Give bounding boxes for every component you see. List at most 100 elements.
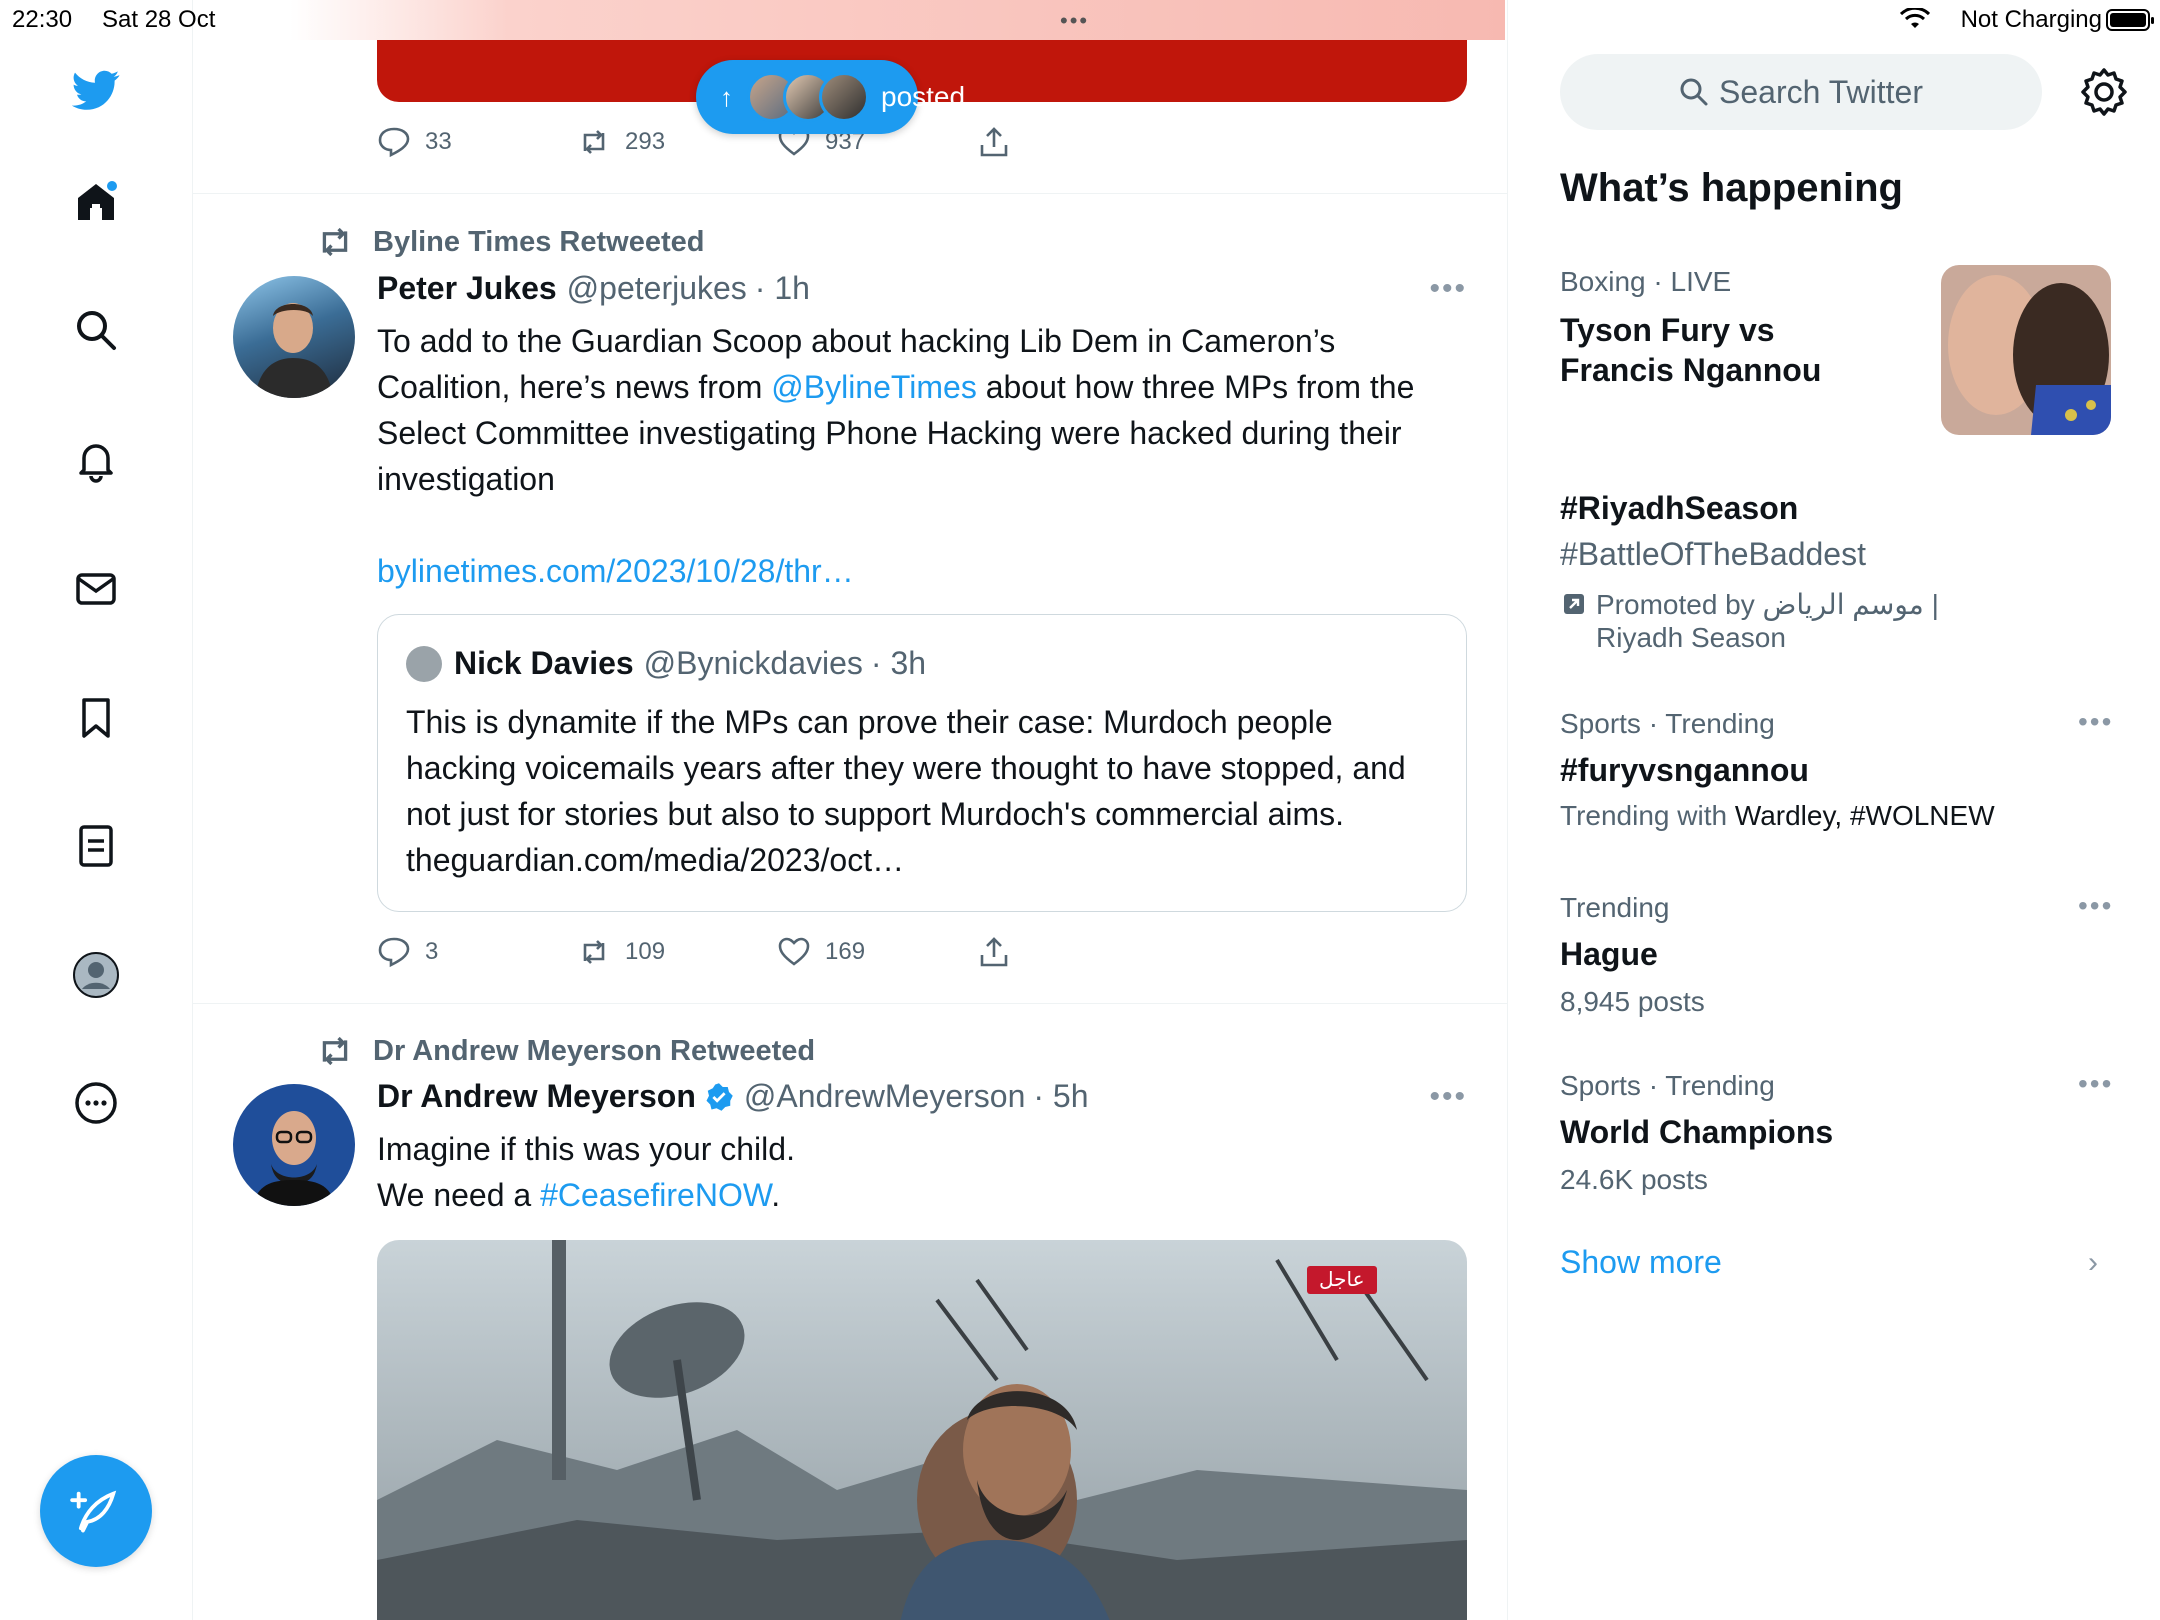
gear-icon[interactable] (2078, 66, 2130, 118)
trend-subtitle: #BattleOfTheBaddest (1560, 536, 1866, 572)
pill-avatars (747, 72, 869, 122)
quote-author-name: Nick Davies (454, 645, 634, 681)
quote-text: This is dynamite if the MPs can prove th… (406, 704, 1406, 878)
search-input[interactable]: Search Twitter (1560, 54, 2042, 130)
reply-icon (378, 937, 410, 968)
author-handle[interactable]: @peterjukes (567, 270, 747, 307)
boxers-image (1941, 265, 2111, 435)
lists-icon[interactable] (66, 816, 126, 876)
retweet-count: 109 (625, 938, 666, 965)
battery-status: Not Charging (1960, 6, 2102, 33)
status-bar-tint (290, 0, 1505, 40)
share-button[interactable] (977, 125, 1177, 159)
tweet-time[interactable]: · 1h (755, 270, 810, 307)
more-options-icon[interactable]: ••• (1429, 1080, 1467, 1114)
heart-icon (778, 937, 810, 966)
tweet-header: Dr Andrew Meyerson @AndrewMeyerson · 5h (377, 1078, 1089, 1115)
trend-post-count: 24.6K posts (1560, 1164, 1708, 1195)
status-time: 22:30 (12, 6, 73, 33)
arrow-up-icon: ↑ (720, 81, 733, 112)
hashtag-link[interactable]: #CeasefireNOW (540, 1177, 771, 1213)
avatar[interactable] (233, 276, 355, 398)
avatar (406, 645, 442, 682)
quoted-tweet[interactable]: Nick Davies @Bynickdavies · 3h This is d… (377, 614, 1467, 912)
compose-icon (70, 1490, 117, 1533)
trend-meta: Boxing · LIVE (1560, 266, 1732, 297)
news-badge: عاجل (1307, 1266, 1377, 1294)
search-placeholder: Search Twitter (1719, 73, 1923, 110)
quote-author-handle: @Bynickdavies (643, 645, 863, 681)
multitasking-indicator[interactable]: ••• (1060, 8, 1089, 34)
author-name[interactable]: Dr Andrew Meyerson (377, 1078, 696, 1115)
battery-icon (2106, 9, 2154, 31)
new-posts-pill[interactable]: ↑ posted (696, 60, 965, 134)
share-button[interactable] (977, 935, 1177, 969)
share-icon (980, 127, 1008, 157)
avatar[interactable] (233, 1084, 355, 1206)
trend-title: Hague (1560, 936, 1658, 972)
more-options-icon[interactable]: ••• (2078, 1068, 2113, 1100)
retweet-icon (322, 1036, 348, 1066)
retweet-context[interactable]: Dr Andrew Meyerson Retweeted (315, 1031, 815, 1071)
author-name[interactable]: Peter Jukes (377, 270, 557, 307)
wifi-icon (1900, 8, 1930, 28)
left-navigation (0, 0, 193, 1620)
rubble-scene-image (377, 1240, 1467, 1620)
quote-time: · 3h (870, 645, 927, 681)
tweet-text: Imagine if this was your child. We need … (377, 1131, 795, 1213)
right-sidebar: Search Twitter What’s happening Boxing ·… (1508, 0, 2160, 1620)
retweet-count: 293 (625, 128, 666, 155)
trend-title: Francis Ngannou (1560, 352, 1822, 388)
promoted-by: Promoted by موسم الرياض | (1596, 589, 1939, 620)
divider (193, 193, 1507, 194)
divider (193, 1003, 1507, 1004)
trend-title: #furyvsngannou (1560, 752, 1809, 788)
home-icon[interactable] (66, 172, 126, 232)
promoted-by-name: Riyadh Season (1596, 622, 1786, 653)
like-count: 169 (825, 938, 866, 965)
promoted-icon (1564, 594, 1584, 614)
trend-meta: Sports · Trending (1560, 708, 1775, 739)
show-more-link[interactable]: Show more (1560, 1244, 1722, 1281)
trend-meta: Sports · Trending (1560, 1070, 1775, 1101)
trend-post-count: 8,945 posts (1560, 986, 1705, 1017)
retweet-context-label: Dr Andrew Meyerson Retweeted (373, 1034, 816, 1067)
tweet-video[interactable]: عاجل (377, 1240, 1467, 1620)
author-handle[interactable]: @AndrewMeyerson (744, 1078, 1025, 1115)
twitter-logo-icon[interactable] (66, 60, 126, 120)
profile-icon[interactable] (66, 945, 126, 1005)
status-bar: 22:30 Sat 28 Oct ••• Not Charging (0, 0, 2160, 40)
search-icon[interactable] (66, 300, 126, 360)
reply-count: 33 (425, 128, 452, 155)
retweet-button[interactable]: 109 (577, 935, 777, 969)
retweet-context[interactable]: Byline Times Retweeted (315, 222, 704, 262)
mention-link[interactable]: @BylineTimes (771, 369, 977, 405)
more-options-icon[interactable]: ••• (2078, 890, 2113, 922)
tweet-time[interactable]: · 5h (1033, 1078, 1088, 1115)
trend-subtitle: Trending with Wardley, #WOLNEW (1560, 800, 1995, 831)
chevron-right-icon[interactable]: › (2088, 1246, 2098, 1280)
verified-badge-icon (706, 1082, 733, 1111)
pill-label: posted (881, 81, 966, 112)
mail-icon[interactable] (66, 559, 126, 619)
reply-button[interactable]: 3 (377, 935, 577, 969)
reply-button[interactable]: 33 (377, 125, 577, 159)
retweet-icon (322, 227, 348, 257)
tweet-text: To add to the Guardian Scoop about hacki… (377, 323, 1415, 497)
more-icon[interactable] (66, 1073, 126, 1133)
tweet-header: Peter Jukes @peterjukes · 1h (377, 270, 810, 307)
more-options-icon[interactable]: ••• (1429, 272, 1467, 306)
bookmark-icon[interactable] (66, 688, 126, 748)
like-button[interactable]: 169 (777, 935, 977, 969)
tweet-link[interactable]: bylinetimes.com/2023/10/28/thr… (377, 548, 1467, 594)
compose-button[interactable] (40, 1455, 152, 1567)
trend-title: World Champions (1560, 1114, 1834, 1150)
trend-thumbnail (1941, 265, 2111, 435)
status-date: Sat 28 Oct (102, 6, 216, 33)
timeline: ↑ posted 33 293 937 Byline Times Retweet… (193, 0, 1508, 1620)
quote-header: Nick Davies @Bynickdavies · 3h (406, 645, 926, 682)
trend-meta: Trending (1560, 892, 1670, 923)
retweet-context-label: Byline Times Retweeted (373, 225, 705, 258)
bell-icon[interactable] (66, 430, 126, 490)
more-options-icon[interactable]: ••• (2078, 706, 2113, 738)
